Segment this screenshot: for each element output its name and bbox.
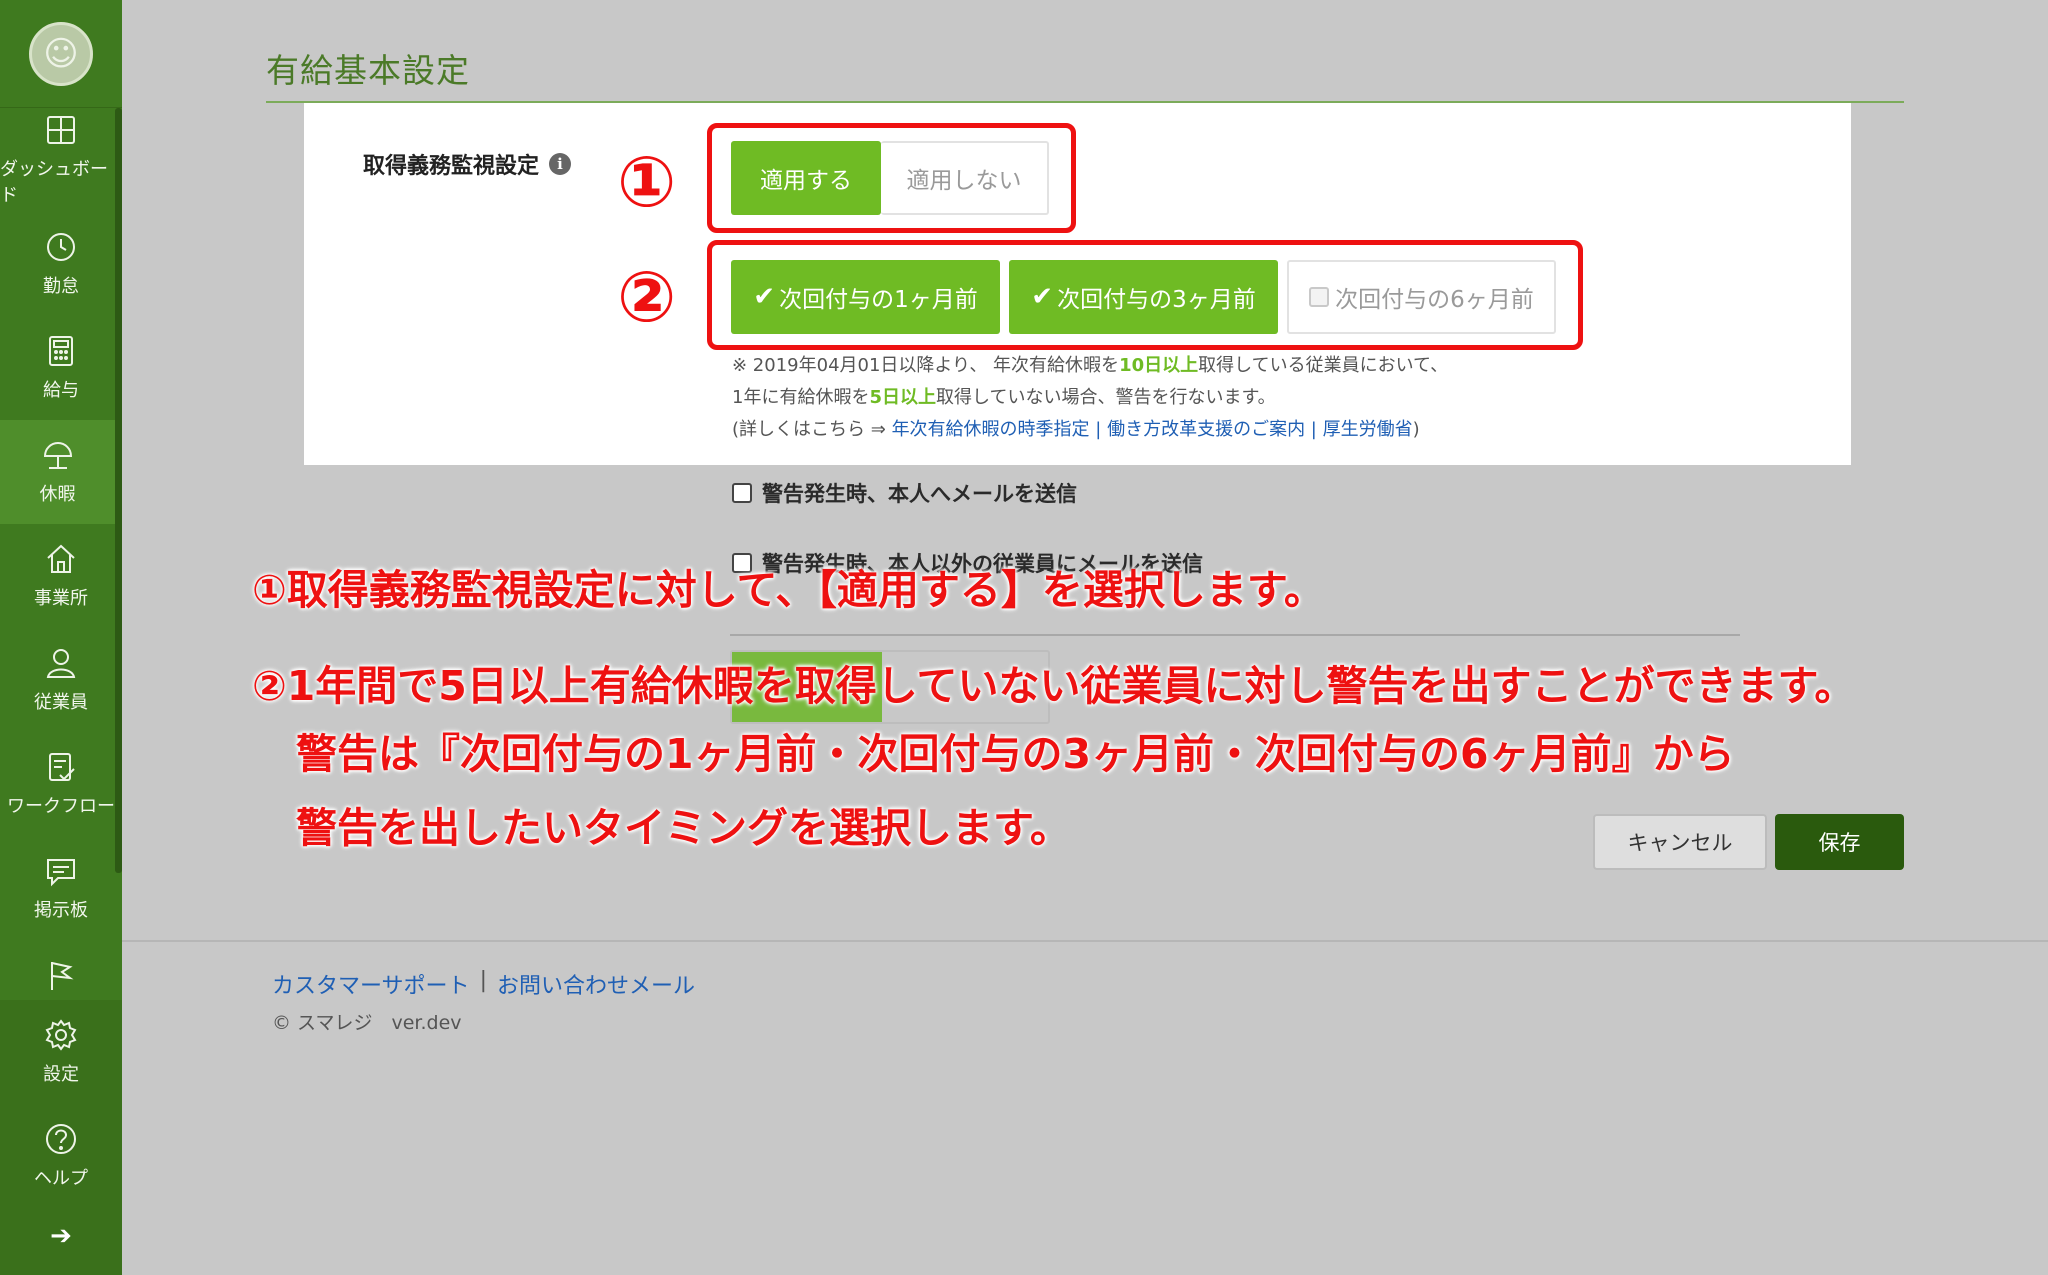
annotation-line-2: ②1年間で5日以上有給休暇を取得していない従業員に対し警告を出すことができます。 bbox=[252, 662, 1856, 710]
sidebar-lower: 設定 ヘルプ ➔ bbox=[0, 1000, 122, 1275]
sidebar-item-help[interactable]: ヘルプ bbox=[0, 1104, 122, 1208]
note-highlight: 10日以上 bbox=[1119, 355, 1199, 376]
sidebar-item-label: ワークフロー bbox=[7, 796, 115, 817]
sidebar-item-employees[interactable]: 従業員 bbox=[0, 628, 122, 732]
note-text: 1年に有給休暇を bbox=[732, 387, 870, 408]
message-icon bbox=[47, 859, 75, 887]
sidebar-item-board[interactable]: 掲示板 bbox=[0, 836, 122, 940]
mail-self-checkbox-row[interactable]: 警告発生時、本人へメールを送信 bbox=[732, 478, 1077, 508]
highlight-frame-2 bbox=[707, 240, 1583, 350]
mail-self-label: 警告発生時、本人へメールを送信 bbox=[762, 482, 1077, 506]
monitor-setting-label: 取得義務監視設定 i bbox=[363, 148, 572, 180]
note-line-1: ※ 2019年04月01日以降より、 年次有給休暇を10日以上取得している従業員… bbox=[732, 351, 1448, 377]
sidebar-item-label: 給与 bbox=[43, 380, 79, 401]
monitor-setting-label-text: 取得義務監視設定 bbox=[363, 154, 540, 179]
calculator-icon bbox=[49, 336, 73, 366]
copyright: © スマレジ ver.dev bbox=[272, 1012, 462, 1034]
checklist-icon bbox=[49, 753, 75, 781]
sidebar-scrollbar[interactable] bbox=[115, 108, 122, 873]
note-text: (詳しくはこちら ⇒ bbox=[732, 419, 892, 440]
link-mhlw[interactable]: 厚生労働省 bbox=[1323, 419, 1413, 440]
home-icon bbox=[47, 544, 75, 573]
footer-separator: | bbox=[479, 968, 487, 993]
link-work-style-reform[interactable]: 働き方改革支援のご案内 bbox=[1107, 419, 1305, 440]
sidebar-item-label: ダッシュボード bbox=[0, 159, 108, 206]
save-button[interactable]: 保存 bbox=[1775, 814, 1904, 870]
annotation-line-1: ①取得義務監視設定に対して、【適用する】を選択します。 bbox=[252, 566, 1325, 614]
note-text: 取得していない場合、警告を行ないます。 bbox=[935, 387, 1276, 408]
clock-icon bbox=[47, 233, 75, 261]
sidebar-item-leave[interactable]: 休暇 bbox=[0, 420, 115, 524]
annotation-number-1: ① bbox=[617, 141, 677, 223]
mail-self-checkbox[interactable] bbox=[732, 483, 752, 503]
umbrella-icon bbox=[43, 442, 72, 469]
sidebar: ☺ ダッシュボード 勤怠 給与 休暇 事業所 従業員 ワークフロー 掲示板 設定 bbox=[0, 0, 122, 1275]
sidebar-item-settings[interactable]: 設定 bbox=[0, 1000, 122, 1104]
link-separator: | bbox=[1305, 419, 1323, 440]
sidebar-item-label: 休暇 bbox=[39, 484, 76, 505]
gear-icon bbox=[45, 1019, 77, 1051]
footer-links: カスタマーサポート | お問い合わせメール bbox=[272, 968, 695, 1000]
sidebar-item-payroll[interactable]: 給与 bbox=[0, 316, 122, 420]
info-icon[interactable]: i bbox=[549, 153, 572, 175]
annotation-line-4: 警告を出したいタイミングを選択します。 bbox=[296, 804, 1071, 852]
section-divider bbox=[730, 634, 1740, 636]
sidebar-item-label: 掲示板 bbox=[34, 900, 88, 921]
help-icon bbox=[46, 1124, 76, 1154]
customer-support-link[interactable]: カスタマーサポート bbox=[272, 968, 470, 1000]
sidebar-item-label: 従業員 bbox=[34, 692, 88, 713]
arrow-right-icon[interactable]: ➔ bbox=[0, 1208, 122, 1263]
sidebar-item-attendance[interactable]: 勤怠 bbox=[0, 212, 122, 316]
note-text: 取得している従業員において、 bbox=[1198, 355, 1449, 376]
link-annual-leave-designation[interactable]: 年次有給休暇の時季指定 bbox=[892, 419, 1090, 440]
flag-icon bbox=[51, 962, 74, 990]
footer-divider bbox=[122, 940, 2048, 942]
page-title: 有給基本設定 bbox=[266, 51, 470, 90]
sidebar-item-dashboard[interactable]: ダッシュボード bbox=[0, 108, 122, 212]
note-text: ※ 2019年04月01日以降より、 年次有給休暇を bbox=[732, 355, 1120, 376]
note-line-2: 1年に有給休暇を5日以上取得していない場合、警告を行ないます。 bbox=[732, 383, 1276, 409]
dashboard-icon bbox=[47, 116, 75, 144]
annotation-line-3: 警告は『次回付与の1ヶ月前・次回付与の3ヶ月前・次回付与の6ヶ月前』から bbox=[296, 730, 1735, 778]
sidebar-item-label: 勤怠 bbox=[43, 276, 79, 297]
sidebar-item-label: ヘルプ bbox=[34, 1168, 88, 1189]
sidebar-item-label: 設定 bbox=[43, 1064, 79, 1085]
note-text: ) bbox=[1412, 419, 1420, 440]
user-avatar[interactable]: ☺ bbox=[29, 21, 93, 86]
note-highlight: 5日以上 bbox=[869, 387, 936, 408]
sidebar-item-office[interactable]: 事業所 bbox=[0, 524, 122, 628]
link-separator: | bbox=[1089, 419, 1108, 440]
annotation-number-2: ② bbox=[617, 256, 677, 338]
note-line-3: (詳しくはこちら ⇒ 年次有給休暇の時季指定 | 働き方改革支援のご案内 | 厚… bbox=[732, 415, 1420, 441]
sidebar-item-label: 事業所 bbox=[34, 588, 88, 609]
sidebar-item-workflow[interactable]: ワークフロー bbox=[0, 732, 122, 836]
sidebar-logo-area: ☺ bbox=[0, 0, 122, 108]
person-icon bbox=[46, 649, 76, 678]
cancel-button[interactable]: キャンセル bbox=[1593, 814, 1767, 870]
highlight-frame-1 bbox=[707, 123, 1076, 233]
contact-mail-link[interactable]: お問い合わせメール bbox=[497, 968, 695, 1000]
